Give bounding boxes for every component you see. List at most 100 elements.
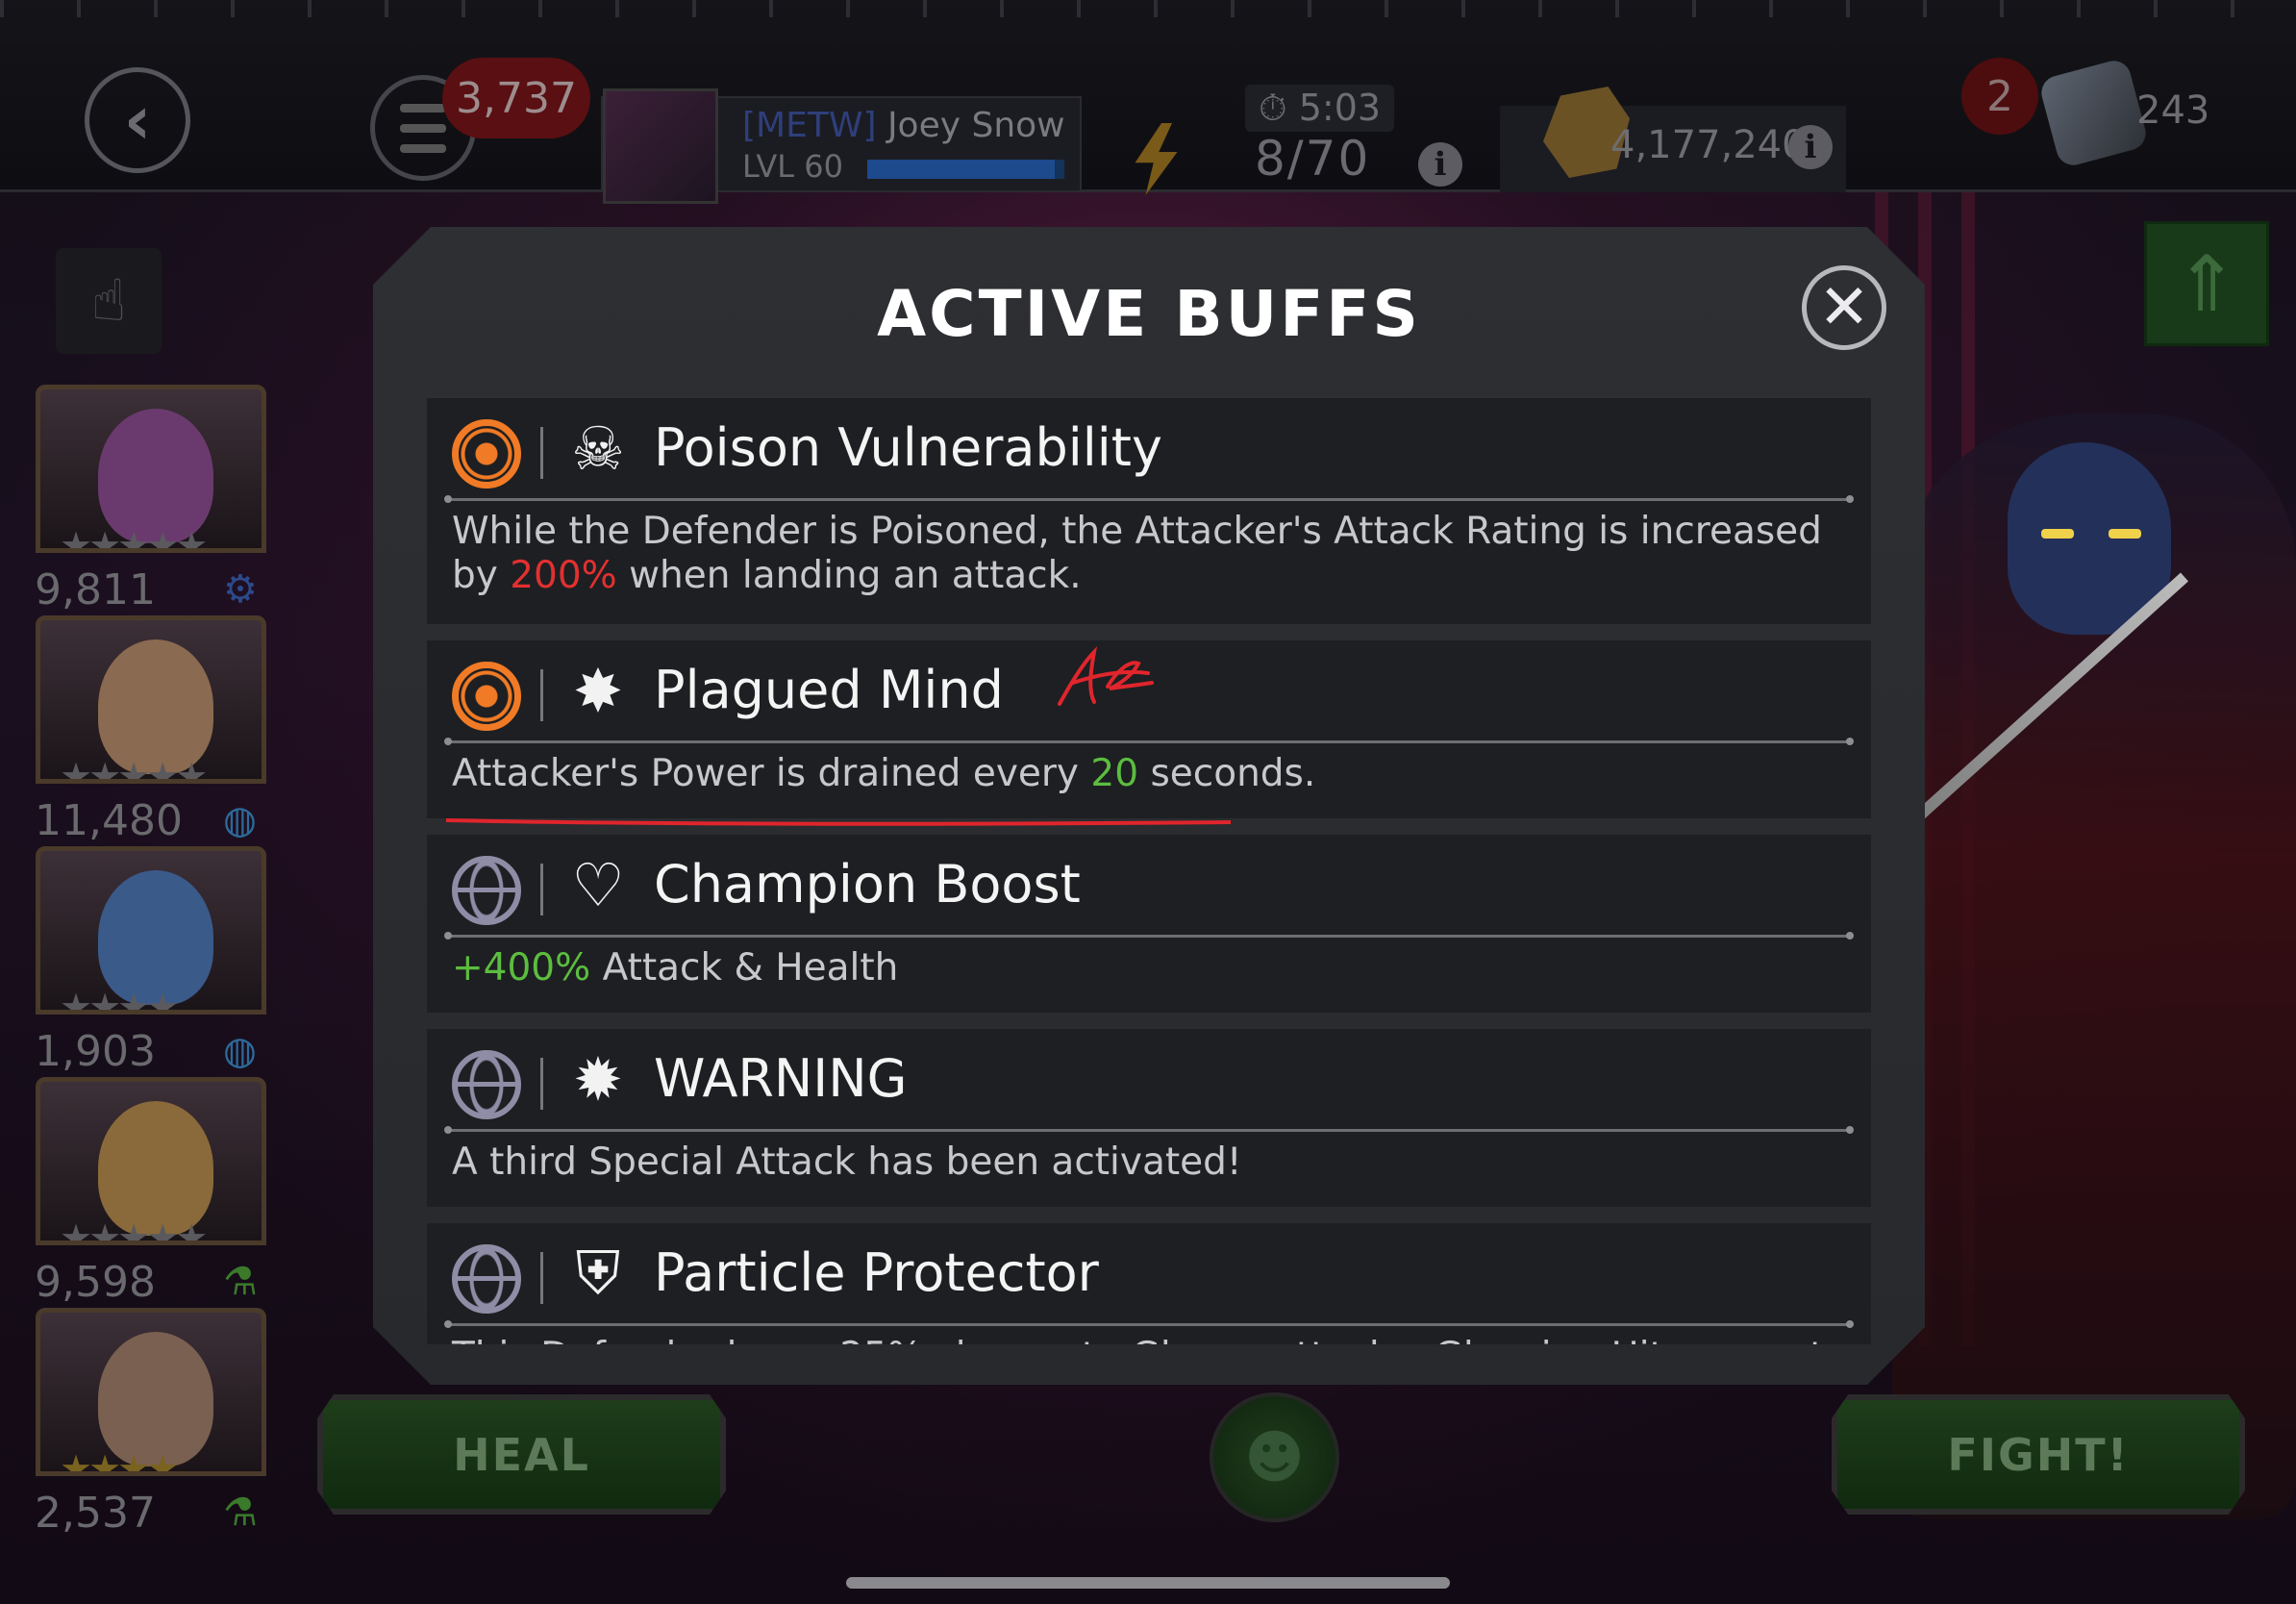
buff-description: Attacker's Power is drained every 20 sec… (452, 752, 1846, 796)
skull-crossbones-icon: ☠ (571, 413, 625, 484)
units-notification-badge[interactable]: 2 (1961, 58, 2038, 135)
top-bar-trim (0, 0, 2296, 17)
buff-card: ✹ WARNING A third Special Attack has been … (427, 1029, 1871, 1207)
buff-separator (540, 669, 543, 721)
buff-divider (448, 740, 1850, 743)
roster-champion[interactable]: ★★★★★ 9,598 ⚗ (21, 1077, 271, 1308)
buff-description: This Defender has a 25% chance to Glance… (452, 1335, 1846, 1344)
top-bar: ‹ 3,737 [METW] Joey Snow LVL 60 ⏱ 5:03 8… (0, 0, 2296, 204)
buff-divider (448, 498, 1850, 501)
menu-icon-bar (400, 103, 446, 113)
xp-bar (867, 160, 1064, 179)
lightning-icon (1135, 123, 1178, 195)
champion-face (98, 409, 213, 543)
buff-card: ☠ Poison Vulnerability While the Defender … (427, 398, 1871, 624)
buff-header: ☠ Poison Vulnerability (427, 398, 1871, 498)
buff-separator (540, 427, 543, 479)
notification-badge[interactable]: 3,737 (442, 58, 590, 138)
menu-icon-bar (400, 123, 446, 133)
stopwatch-icon: ⏱ (1259, 87, 1299, 129)
handwritten-underline (444, 816, 1233, 828)
champion-buff-type-icon (452, 419, 521, 489)
heart-sword-icon: ♡ (571, 849, 625, 920)
node-buff-globe-icon (452, 1050, 521, 1119)
shield-arrows-icon: ⛨ (575, 1238, 621, 1308)
player-profile[interactable]: [METW] Joey Snow LVL 60 (601, 88, 1082, 204)
cosmic-class-icon: ◍ (223, 1029, 257, 1073)
back-button[interactable]: ‹ (85, 67, 190, 173)
energy-count: 8/70 (1255, 131, 1371, 187)
xp-bar-fill (867, 160, 1055, 179)
champion-portrait: ★★★★★ (36, 615, 266, 784)
path-tree-button[interactable]: ⇑ (2144, 221, 2269, 346)
fight-button[interactable]: FIGHT! (1832, 1394, 2245, 1515)
tree-arrow-icon: ⇑ (2174, 238, 2239, 329)
buff-value: 20 (1090, 752, 1139, 795)
roster-champion[interactable]: ★★★★ 2,537 ⚗ (21, 1308, 271, 1539)
home-indicator[interactable] (846, 1577, 1450, 1589)
buff-value: +400% (452, 946, 591, 990)
tech-class-icon: ⚙ (223, 567, 258, 612)
roster-champion[interactable]: ★★★★★ 9,811 ⚙ (21, 385, 271, 615)
units-count: 243 (2136, 88, 2210, 133)
buff-card: ⛨ Particle Protector This Defender has a 2… (427, 1223, 1871, 1344)
champion-roster: ★★★★★ 9,811 ⚙ ★★★★★ 11,480 ◍ ★★★★ 1,903 ◍ ★★★★★ 9,… (21, 385, 271, 1539)
buff-description-text: Attack & Health (590, 946, 899, 990)
buff-header: ⛨ Particle Protector (427, 1223, 1871, 1323)
champion-stars: ★★★★★ (60, 755, 208, 784)
buff-separator (540, 1058, 543, 1110)
gold-info-icon[interactable]: i (1788, 125, 1833, 169)
cosmic-class-icon: ◍ (223, 798, 257, 842)
roster-champion[interactable]: ★★★★★ 11,480 ◍ (21, 615, 271, 846)
buff-divider (448, 935, 1850, 938)
buff-description-text: Attacker's Power is drained every (452, 752, 1091, 795)
chevron-left-icon: ‹ (123, 81, 152, 160)
buff-description-text: seconds. (1138, 752, 1316, 795)
champion-buff-type-icon (452, 662, 521, 731)
champion-face (98, 1101, 213, 1236)
champion-portrait: ★★★★★ (36, 1077, 266, 1245)
buff-separator (540, 864, 543, 915)
buff-name: WARNING (654, 1048, 908, 1109)
player-level: LVL 60 (742, 148, 843, 185)
champion-portrait: ★★★★ (36, 846, 266, 1015)
energy-counter: ⏱ 5:03 8/70 i (1130, 85, 1476, 195)
champion-face (98, 639, 213, 774)
swap-hand-icon: ☝ (90, 267, 127, 335)
buff-description: While the Defender is Poisoned, the Atta… (452, 510, 1846, 598)
champion-face (98, 1332, 213, 1466)
champion-info-button[interactable]: ☻ (1210, 1392, 1339, 1522)
opponent-eye (2109, 529, 2141, 539)
player-name: [METW] Joey Snow (742, 106, 1065, 145)
energy-timer: ⏱ 5:03 (1245, 85, 1395, 132)
buff-separator (540, 1252, 543, 1304)
buff-divider (448, 1129, 1850, 1132)
champion-stars: ★★★★ (60, 986, 179, 1015)
units-icon[interactable] (2037, 57, 2150, 169)
handwritten-annotation-mark (1052, 644, 1158, 712)
alliance-tag: [METW] (742, 106, 877, 145)
burst-arrows-icon: ✸ (573, 655, 623, 726)
opponent-eye (2041, 529, 2074, 539)
buff-card: ♡ Champion Boost +400% Attack & Health (427, 835, 1871, 1013)
buff-description: A third Special Attack has been activate… (452, 1140, 1242, 1184)
buff-value: 200% (510, 554, 617, 597)
close-icon: ✕ (1818, 272, 1870, 343)
close-button[interactable]: ✕ (1802, 265, 1886, 350)
science-class-icon: ⚗ (223, 1260, 258, 1304)
buff-card: ✸ Plagued Mind Attacker's Power is drained… (427, 640, 1871, 818)
energy-timer-value: 5:03 (1298, 87, 1382, 129)
head-silhouette-icon: ☻ (1244, 1423, 1305, 1491)
gold-count: 4,177,240 (1610, 123, 1807, 167)
roster-champion[interactable]: ★★★★ 1,903 ◍ (21, 846, 271, 1077)
heal-button[interactable]: HEAL (317, 1394, 726, 1515)
champion-stars: ★★★★ (60, 1447, 179, 1476)
buff-name: Plagued Mind (654, 660, 1004, 720)
buff-description: +400% Attack & Health (452, 946, 1846, 990)
buff-description-text: when landing an attack. (616, 554, 1082, 597)
node-buff-globe-icon (452, 856, 521, 925)
champion-rating: 1,903 (35, 1027, 156, 1076)
buff-list[interactable]: ☠ Poison Vulnerability While the Defender … (427, 398, 1871, 1344)
team-swap-button[interactable]: ☝ (56, 248, 162, 354)
energy-info-icon[interactable]: i (1418, 142, 1462, 187)
